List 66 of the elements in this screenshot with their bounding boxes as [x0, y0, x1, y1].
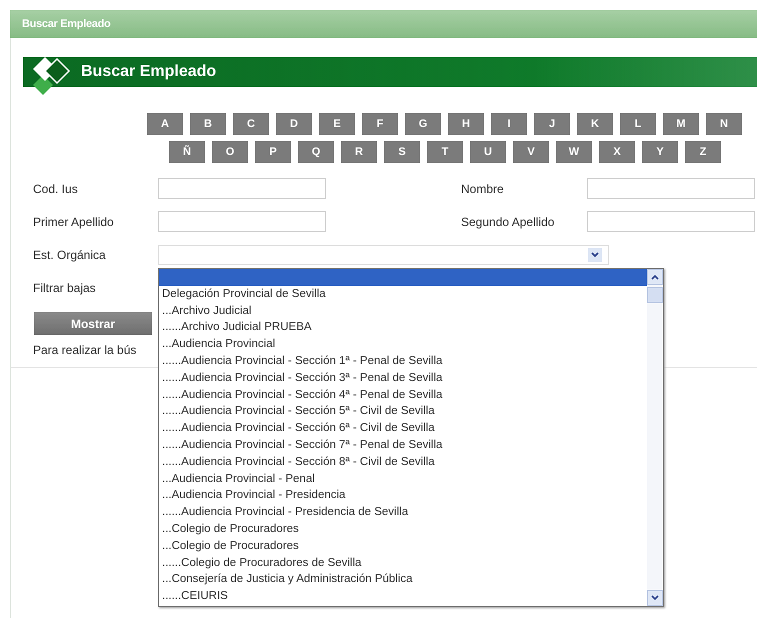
letter-button[interactable]: M [663, 113, 699, 135]
dropdown-option[interactable]: ......Audiencia Provincial - Sección 8ª - Civil de Sevilla [159, 454, 647, 471]
letter-button[interactable]: N [706, 113, 742, 135]
letter-button[interactable]: Y [642, 141, 678, 163]
hint-text: Para realizar la bús [33, 343, 136, 357]
input-field[interactable] [587, 211, 755, 232]
letter-button[interactable]: P [255, 141, 291, 163]
letter-button[interactable]: W [556, 141, 592, 163]
dropdown-option[interactable]: ...Audiencia Provincial [159, 336, 647, 353]
letter-button[interactable]: C [233, 113, 269, 135]
letter-button[interactable]: E [319, 113, 355, 135]
field-label: Cod. Ius [33, 182, 79, 196]
letter-button[interactable]: G [405, 113, 441, 135]
dropdown-list[interactable] [158, 268, 664, 607]
letter-button[interactable]: S [384, 141, 420, 163]
select-field[interactable] [158, 244, 609, 264]
scroll-down-icon[interactable] [647, 590, 663, 606]
dropdown-option[interactable]: ......Audiencia Provincial - Sección 6ª - Civil de Sevilla [159, 420, 647, 437]
letter-button[interactable]: X [599, 141, 635, 163]
dropdown-option[interactable]: ...Colegio de Procuradores [159, 538, 647, 555]
dropdown-option[interactable]: ...Audiencia Provincial - Presidencia [159, 487, 647, 504]
banner-title: Buscar Empleado [81, 63, 216, 81]
scrollbar[interactable] [647, 269, 663, 606]
letter-button[interactable]: K [577, 113, 613, 135]
field-label: Filtrar bajas [33, 280, 97, 294]
dropdown-option[interactable]: ...Audiencia Provincial - Penal [159, 470, 647, 488]
dropdown-option[interactable]: ......Audiencia Provincial - Sección 3ª - Penal de Sevilla [159, 370, 647, 387]
dropdown-option[interactable]: ......Audiencia Provincial - Sección 4ª - Penal de Sevilla [159, 386, 647, 404]
letter-button[interactable]: T [427, 141, 463, 163]
letter-button[interactable]: J [534, 113, 570, 135]
field-label: Primer Apellido [33, 214, 115, 228]
dropdown-option[interactable]: ...Archivo Judicial [159, 302, 647, 320]
window-title: Buscar Empleado [22, 18, 110, 30]
dropdown-option[interactable]: ......Audiencia Provincial - Sección 1ª - Penal de Sevilla [159, 352, 647, 370]
letter-button[interactable]: U [470, 141, 506, 163]
letter-button[interactable]: I [491, 113, 527, 135]
letter-button[interactable]: D [276, 113, 312, 135]
letter-button[interactable]: Q [298, 141, 334, 163]
input-field[interactable] [158, 211, 326, 232]
letter-button[interactable]: H [448, 113, 484, 135]
dropdown-option[interactable]: ...Colegio de Procuradores [159, 520, 647, 538]
dropdown-option[interactable]: ...Consejería de Justicia y Administración Pública [159, 571, 647, 588]
input-field[interactable] [158, 178, 326, 199]
letter-button[interactable]: Z [685, 141, 721, 163]
letter-button[interactable]: Ñ [169, 141, 205, 163]
letter-button[interactable]: A [147, 113, 183, 135]
letter-button[interactable]: L [620, 113, 656, 135]
dropdown-option[interactable]: ......Audiencia Provincial - Sección 7ª - Penal de Sevilla [159, 436, 647, 454]
dropdown-option[interactable]: Delegación Provincial de Sevilla [159, 286, 647, 303]
field-label: Segundo Apellido [461, 214, 556, 228]
letter-button[interactable]: F [362, 113, 398, 135]
letter-button[interactable]: B [190, 113, 226, 135]
scroll-up-icon[interactable] [647, 269, 663, 285]
letter-button[interactable]: R [341, 141, 377, 163]
field-label: Est. Orgánica [33, 248, 107, 262]
show-button[interactable]: Mostrar [34, 312, 152, 335]
scroll-thumb[interactable] [647, 287, 663, 303]
dropdown-option[interactable]: ......Colegio de Procuradores de Sevilla [159, 554, 647, 572]
dropdown-option[interactable]: ......Audiencia Provincial - Presidencia de Sevilla [159, 504, 647, 521]
input-field[interactable] [587, 178, 755, 199]
dropdown-option[interactable]: ......CEIURIS [159, 588, 647, 605]
field-label: Nombre [461, 182, 505, 196]
letter-button[interactable]: V [513, 141, 549, 163]
dropdown-option[interactable]: ......Archivo Judicial PRUEBA [159, 319, 647, 336]
dropdown-option[interactable]: ......Audiencia Provincial - Sección 5ª - Civil de Sevilla [159, 403, 647, 420]
letter-button[interactable]: O [212, 141, 248, 163]
